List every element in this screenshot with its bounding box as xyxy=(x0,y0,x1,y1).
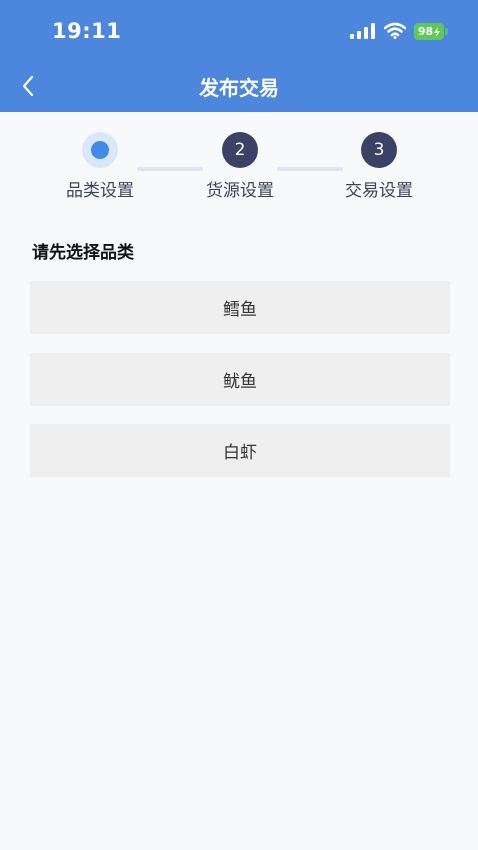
section-title: 请先选择品类 xyxy=(32,243,134,263)
nav-bar: 发布交易 xyxy=(0,60,478,112)
battery-indicator: 98 xyxy=(414,23,444,40)
status-bar: 19:11 98 xyxy=(0,0,478,60)
step-label: 货源设置 xyxy=(206,181,274,201)
page-title: 发布交易 xyxy=(199,76,279,100)
wifi-icon xyxy=(384,22,406,39)
step-number: 3 xyxy=(361,132,397,168)
category-option-squid[interactable]: 鱿鱼 xyxy=(30,353,450,406)
charging-bolt-icon xyxy=(434,26,441,37)
battery-cap xyxy=(445,28,448,35)
step-circle-active xyxy=(82,132,118,168)
app-header: 19:11 98 发布交易 xyxy=(0,0,478,112)
option-label: 白虾 xyxy=(223,443,257,463)
battery-level: 98 xyxy=(417,25,434,38)
category-option-shrimp[interactable]: 白虾 xyxy=(30,424,450,477)
category-option-cod[interactable]: 鳕鱼 xyxy=(30,281,450,334)
step-supply: 2 货源设置 xyxy=(185,132,295,201)
step-trade: 3 交易设置 xyxy=(324,132,434,201)
status-time: 19:11 xyxy=(52,19,122,43)
option-label: 鳕鱼 xyxy=(223,300,257,320)
signal-icon xyxy=(350,23,375,39)
step-indicator: 品类设置 2 货源设置 3 交易设置 xyxy=(0,132,478,212)
step-number: 2 xyxy=(222,132,258,168)
option-label: 鱿鱼 xyxy=(223,372,257,392)
step-label: 交易设置 xyxy=(345,181,413,201)
step-category: 品类设置 xyxy=(45,132,155,201)
step-label: 品类设置 xyxy=(66,181,134,201)
active-dot-icon xyxy=(91,141,109,159)
